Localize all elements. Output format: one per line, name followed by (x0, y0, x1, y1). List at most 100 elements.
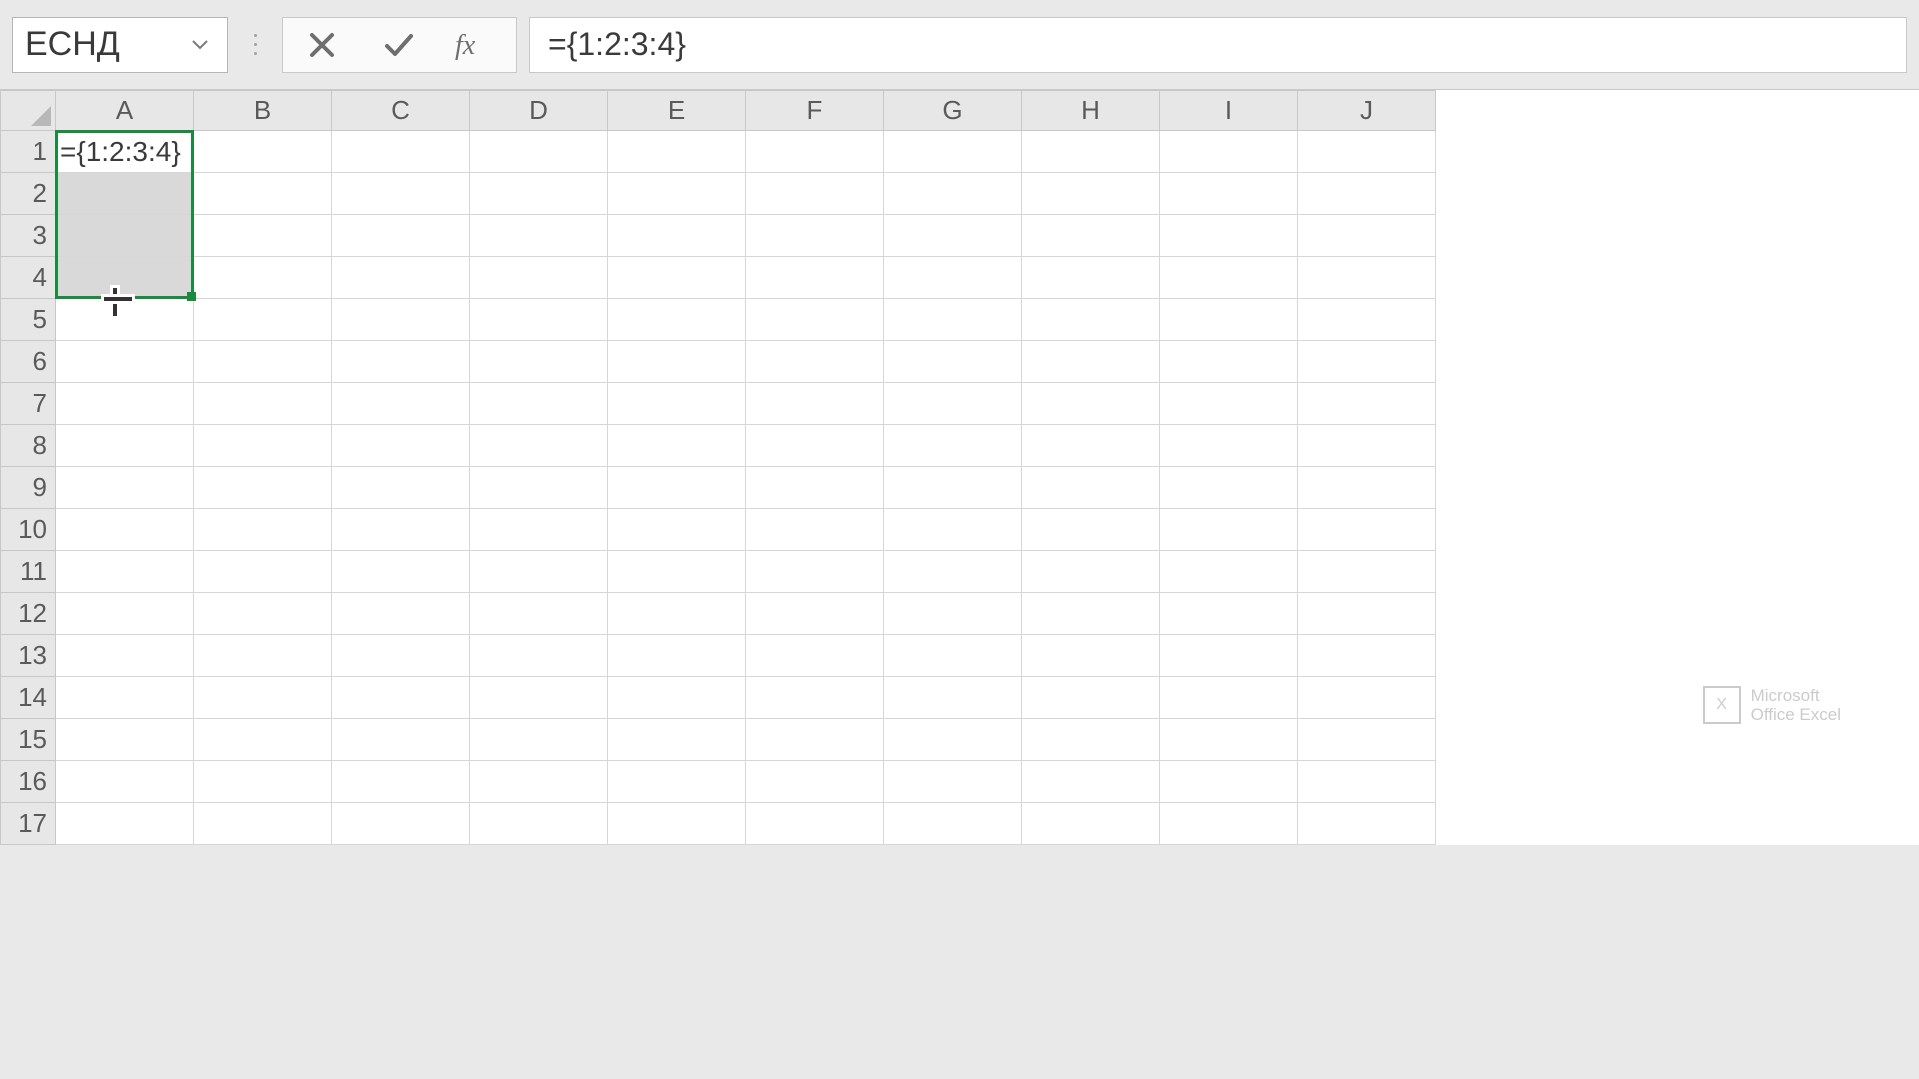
cell-B8[interactable] (194, 425, 332, 467)
cell-J5[interactable] (1298, 299, 1436, 341)
cell-H4[interactable] (1022, 257, 1160, 299)
cell-G11[interactable] (884, 551, 1022, 593)
cell-H16[interactable] (1022, 761, 1160, 803)
cell-C9[interactable] (332, 467, 470, 509)
cell-G10[interactable] (884, 509, 1022, 551)
cell-A15[interactable] (56, 719, 194, 761)
cell-I2[interactable] (1160, 173, 1298, 215)
cell-F6[interactable] (746, 341, 884, 383)
cell-G12[interactable] (884, 593, 1022, 635)
cell-B2[interactable] (194, 173, 332, 215)
cell-J16[interactable] (1298, 761, 1436, 803)
row-header-12[interactable]: 12 (1, 593, 56, 635)
cell-D9[interactable] (470, 467, 608, 509)
cell-A8[interactable] (56, 425, 194, 467)
cell-J7[interactable] (1298, 383, 1436, 425)
cell-E10[interactable] (608, 509, 746, 551)
cell-B16[interactable] (194, 761, 332, 803)
cell-A3[interactable] (56, 215, 194, 257)
cell-B5[interactable] (194, 299, 332, 341)
cell-B4[interactable] (194, 257, 332, 299)
cell-H9[interactable] (1022, 467, 1160, 509)
cell-E3[interactable] (608, 215, 746, 257)
cell-B15[interactable] (194, 719, 332, 761)
cell-I1[interactable] (1160, 131, 1298, 173)
cell-I8[interactable] (1160, 425, 1298, 467)
cell-B7[interactable] (194, 383, 332, 425)
cell-C7[interactable] (332, 383, 470, 425)
cell-H14[interactable] (1022, 677, 1160, 719)
cell-F14[interactable] (746, 677, 884, 719)
cell-B3[interactable] (194, 215, 332, 257)
cell-I6[interactable] (1160, 341, 1298, 383)
row-header-16[interactable]: 16 (1, 761, 56, 803)
cell-H11[interactable] (1022, 551, 1160, 593)
cell-J6[interactable] (1298, 341, 1436, 383)
cell-D17[interactable] (470, 803, 608, 845)
cell-E17[interactable] (608, 803, 746, 845)
cell-H2[interactable] (1022, 173, 1160, 215)
cell-E13[interactable] (608, 635, 746, 677)
cell-G7[interactable] (884, 383, 1022, 425)
cell-J11[interactable] (1298, 551, 1436, 593)
cell-C8[interactable] (332, 425, 470, 467)
cell-B11[interactable] (194, 551, 332, 593)
cell-A12[interactable] (56, 593, 194, 635)
cell-E12[interactable] (608, 593, 746, 635)
cell-I4[interactable] (1160, 257, 1298, 299)
cell-C15[interactable] (332, 719, 470, 761)
cell-C17[interactable] (332, 803, 470, 845)
cell-G17[interactable] (884, 803, 1022, 845)
cell-F8[interactable] (746, 425, 884, 467)
cell-B1[interactable] (194, 131, 332, 173)
row-header-13[interactable]: 13 (1, 635, 56, 677)
cell-I16[interactable] (1160, 761, 1298, 803)
cell-I15[interactable] (1160, 719, 1298, 761)
row-header-7[interactable]: 7 (1, 383, 56, 425)
cell-B9[interactable] (194, 467, 332, 509)
cell-D3[interactable] (470, 215, 608, 257)
cell-F9[interactable] (746, 467, 884, 509)
cell-E9[interactable] (608, 467, 746, 509)
cell-E7[interactable] (608, 383, 746, 425)
column-header-G[interactable]: G (884, 91, 1022, 131)
row-header-6[interactable]: 6 (1, 341, 56, 383)
cell-C10[interactable] (332, 509, 470, 551)
cell-C13[interactable] (332, 635, 470, 677)
column-header-E[interactable]: E (608, 91, 746, 131)
cell-C12[interactable] (332, 593, 470, 635)
cell-D11[interactable] (470, 551, 608, 593)
name-box-dropdown[interactable] (185, 18, 215, 72)
cell-A14[interactable] (56, 677, 194, 719)
cell-G9[interactable] (884, 467, 1022, 509)
cell-I14[interactable] (1160, 677, 1298, 719)
cell-J4[interactable] (1298, 257, 1436, 299)
cell-B12[interactable] (194, 593, 332, 635)
cell-G6[interactable] (884, 341, 1022, 383)
cancel-button[interactable] (287, 18, 357, 72)
cell-D8[interactable] (470, 425, 608, 467)
cell-F10[interactable] (746, 509, 884, 551)
cell-H6[interactable] (1022, 341, 1160, 383)
cell-G3[interactable] (884, 215, 1022, 257)
cell-A13[interactable] (56, 635, 194, 677)
cell-D6[interactable] (470, 341, 608, 383)
cell-B6[interactable] (194, 341, 332, 383)
column-header-D[interactable]: D (470, 91, 608, 131)
row-header-8[interactable]: 8 (1, 425, 56, 467)
cell-F15[interactable] (746, 719, 884, 761)
row-header-15[interactable]: 15 (1, 719, 56, 761)
column-header-J[interactable]: J (1298, 91, 1436, 131)
cell-D16[interactable] (470, 761, 608, 803)
cell-E11[interactable] (608, 551, 746, 593)
column-header-C[interactable]: C (332, 91, 470, 131)
cell-I3[interactable] (1160, 215, 1298, 257)
row-header-9[interactable]: 9 (1, 467, 56, 509)
cell-A7[interactable] (56, 383, 194, 425)
cell-H3[interactable] (1022, 215, 1160, 257)
cell-D2[interactable] (470, 173, 608, 215)
cell-A9[interactable] (56, 467, 194, 509)
cell-I13[interactable] (1160, 635, 1298, 677)
cell-E16[interactable] (608, 761, 746, 803)
cell-G13[interactable] (884, 635, 1022, 677)
